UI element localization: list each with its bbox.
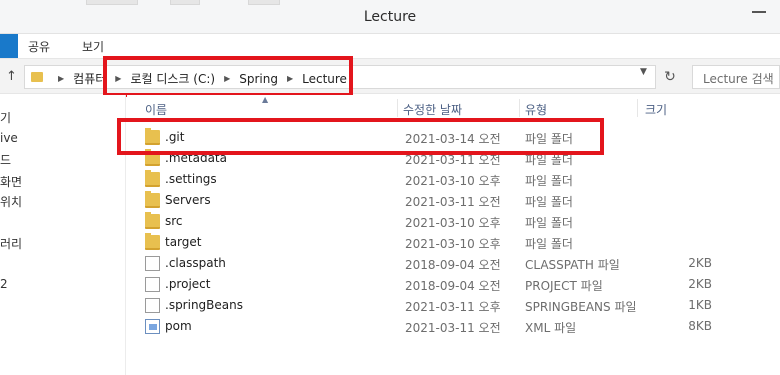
- file-row[interactable]: src 2021-03-10 오후... 파일 폴더: [127, 211, 780, 232]
- file-type: PROJECT 파일: [525, 279, 603, 293]
- folder-icon: [145, 212, 160, 229]
- nav-item[interactable]: 2: [0, 277, 8, 291]
- column-header-modified[interactable]: 수정한 날짜: [403, 101, 462, 118]
- column-divider[interactable]: [519, 99, 520, 117]
- nav-item[interactable]: 위치: [0, 193, 22, 210]
- file-row[interactable]: .springBeans 2021-03-11 오후... SPRINGBEAN…: [127, 295, 780, 316]
- file-row[interactable]: .settings 2021-03-10 오후... 파일 폴더: [127, 169, 780, 190]
- folder-icon: [145, 170, 160, 187]
- folder-icon: [145, 191, 160, 208]
- nav-item[interactable]: ive: [0, 131, 18, 145]
- folder-icon: [145, 233, 160, 250]
- xml-file-icon: [145, 319, 160, 334]
- file-menu-tab[interactable]: [0, 34, 18, 58]
- file-type: SPRINGBEANS 파일: [525, 300, 637, 314]
- nav-item[interactable]: 드: [0, 151, 11, 168]
- file-size: 2KB: [688, 277, 712, 291]
- file-date: 2021-03-11 오전...: [405, 195, 500, 209]
- file-type: XML 파일: [525, 321, 577, 335]
- file-name: Servers: [165, 193, 211, 207]
- ribbon-tab-view[interactable]: 보기: [82, 38, 104, 55]
- nav-item[interactable]: 러리: [0, 235, 22, 252]
- ribbon-menu: 공유 보기: [0, 34, 780, 58]
- file-type: 파일 폴더: [525, 174, 573, 188]
- ribbon-tab-share[interactable]: 공유: [28, 38, 50, 55]
- file-date: 2018-09-04 오전...: [405, 258, 500, 272]
- file-name: target: [165, 235, 202, 249]
- annotation-box-git: [117, 118, 604, 155]
- titlebar-decoration: [170, 0, 200, 5]
- file-name: pom: [165, 319, 192, 333]
- nav-item[interactable]: 기: [0, 109, 11, 126]
- file-type: 파일 폴더: [525, 195, 573, 209]
- file-type: CLASSPATH 파일: [525, 258, 620, 272]
- file-type: 파일 폴더: [525, 237, 573, 251]
- title-bar: Lecture: [0, 0, 780, 34]
- annotation-box-address: [103, 56, 353, 97]
- file-icon: [145, 277, 160, 292]
- refresh-icon[interactable]: ↻: [660, 67, 680, 87]
- search-input[interactable]: Lecture 검색: [692, 65, 780, 89]
- column-header-name[interactable]: 이름: [145, 101, 167, 118]
- file-date: 2021-03-10 오후...: [405, 237, 500, 251]
- folder-icon: [31, 72, 43, 82]
- search-placeholder: Lecture 검색: [703, 72, 774, 86]
- file-date: 2021-03-11 오후...: [405, 300, 500, 314]
- navigation-pane: 기 ive 드 화면 위치 러리 2: [0, 95, 126, 375]
- column-header-size[interactable]: 크기: [645, 101, 667, 118]
- minimize-icon[interactable]: [752, 11, 766, 13]
- sort-ascending-icon: ▲: [262, 95, 269, 104]
- file-row[interactable]: Servers 2021-03-11 오전... 파일 폴더: [127, 190, 780, 211]
- file-row[interactable]: .project 2018-09-04 오전... PROJECT 파일 2KB: [127, 274, 780, 295]
- file-size: 1KB: [688, 298, 712, 312]
- titlebar-decoration: [86, 0, 138, 5]
- file-size: 2KB: [688, 256, 712, 270]
- chevron-right-icon[interactable]: ▶: [58, 74, 64, 83]
- file-size: 8KB: [688, 319, 712, 333]
- chevron-down-icon[interactable]: ▼: [640, 67, 647, 77]
- titlebar-decoration: [248, 0, 280, 5]
- file-type: 파일 폴더: [525, 216, 573, 230]
- nav-item[interactable]: 화면: [0, 173, 22, 190]
- column-header-type[interactable]: 유형: [525, 101, 547, 118]
- file-name: .project: [165, 277, 211, 291]
- file-date: 2018-09-04 오전...: [405, 279, 500, 293]
- file-name: .classpath: [165, 256, 226, 270]
- column-divider[interactable]: [397, 99, 398, 117]
- file-name: src: [165, 214, 183, 228]
- window-title: Lecture: [363, 9, 417, 25]
- file-name: .settings: [165, 172, 217, 186]
- file-icon: [145, 298, 160, 313]
- up-arrow-icon[interactable]: ↑: [6, 69, 17, 84]
- column-divider[interactable]: [637, 99, 638, 117]
- file-date: 2021-03-10 오후...: [405, 174, 500, 188]
- file-date: 2021-03-10 오후...: [405, 216, 500, 230]
- file-row[interactable]: .classpath 2018-09-04 오전... CLASSPATH 파일…: [127, 253, 780, 274]
- file-icon: [145, 256, 160, 271]
- breadcrumb-computer[interactable]: 컴퓨터: [73, 70, 106, 87]
- file-name: .springBeans: [165, 298, 243, 312]
- file-date: 2021-03-11 오전...: [405, 321, 500, 335]
- file-row[interactable]: target 2021-03-10 오후... 파일 폴더: [127, 232, 780, 253]
- file-row[interactable]: pom 2021-03-11 오전... XML 파일 8KB: [127, 316, 780, 337]
